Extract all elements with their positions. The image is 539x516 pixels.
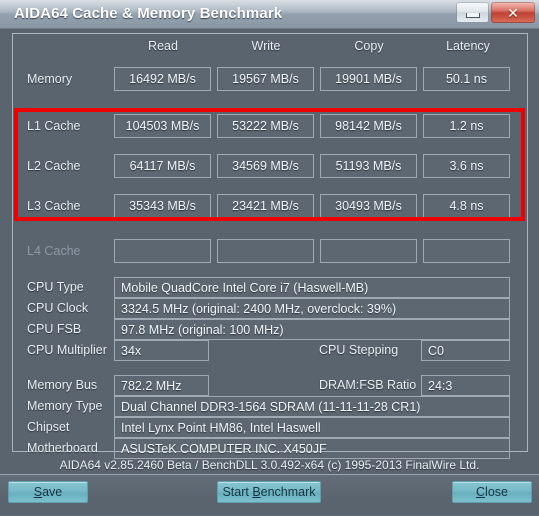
dram-fsb-ratio-value: 24:3 xyxy=(421,375,510,396)
bench-row-l3-cache: L3 Cache 35343 MB/s 23421 MB/s 30493 MB/… xyxy=(13,194,527,220)
title-bar: AIDA64 Cache & Memory Benchmark ✕ xyxy=(0,0,539,29)
l2-read-value: 64117 MB/s xyxy=(114,154,211,178)
l1-copy-value: 98142 MB/s xyxy=(320,114,417,138)
bench-row-l2-cache: L2 Cache 64117 MB/s 34569 MB/s 51193 MB/… xyxy=(13,154,527,180)
minimize-button[interactable] xyxy=(456,2,489,23)
save-accel: S xyxy=(33,485,43,499)
start-benchmark-button[interactable]: Start Benchmark xyxy=(217,481,321,503)
l4-latency-value xyxy=(423,239,510,263)
cpu-type-label: CPU Type xyxy=(27,280,84,294)
minimize-icon xyxy=(465,13,480,18)
l2-write-value: 34569 MB/s xyxy=(217,154,314,178)
bench-row-label: L2 Cache xyxy=(27,159,81,173)
l1-latency-value: 1.2 ns xyxy=(423,114,510,138)
bench-row-label: L4 Cache xyxy=(27,244,81,258)
info-row-cpu-multiplier: CPU Multiplier 34x CPU Stepping C0 xyxy=(13,340,527,361)
memory-bus-label: Memory Bus xyxy=(27,378,98,392)
l4-write-value xyxy=(217,239,314,263)
chipset-label: Chipset xyxy=(27,420,70,434)
motherboard-value: ASUSTeK COMPUTER INC. X450JF xyxy=(114,438,510,459)
l1-read-value: 104503 MB/s xyxy=(114,114,211,138)
cpu-clock-value: 3324.5 MHz (original: 2400 MHz, overcloc… xyxy=(114,298,510,319)
memory-type-value: Dual Channel DDR3-1564 SDRAM (11-11-11-2… xyxy=(114,396,510,417)
close-button[interactable]: Close xyxy=(452,481,532,503)
memory-write-value: 19567 MB/s xyxy=(217,67,314,91)
l3-copy-value: 30493 MB/s xyxy=(320,194,417,218)
version-text: AIDA64 v2.85.2460 Beta / BenchDLL 3.0.49… xyxy=(59,458,480,472)
info-row-cpu-clock: CPU Clock 3324.5 MHz (original: 2400 MHz… xyxy=(13,298,527,319)
start-accel: B xyxy=(252,485,261,499)
info-row-cpu-type: CPU Type Mobile QuadCore Intel Core i7 (… xyxy=(13,277,527,298)
close-window-button[interactable]: ✕ xyxy=(491,2,535,23)
info-row-cpu-fsb: CPU FSB 97.8 MHz (original: 100 MHz) xyxy=(13,319,527,340)
l3-latency-value: 4.8 ns xyxy=(423,194,510,218)
cpu-multiplier-value: 34x xyxy=(114,340,209,361)
window-controls: ✕ xyxy=(456,2,535,23)
close-icon: ✕ xyxy=(507,4,519,21)
l2-copy-value: 51193 MB/s xyxy=(320,154,417,178)
cpu-stepping-value: C0 xyxy=(421,340,510,361)
cpu-stepping-label: CPU Stepping xyxy=(319,343,399,357)
info-row-memory-type: Memory Type Dual Channel DDR3-1564 SDRAM… xyxy=(13,396,527,417)
aida64-benchmark-window: AIDA64 Cache & Memory Benchmark ✕ Read W… xyxy=(0,0,539,516)
cpu-type-value: Mobile QuadCore Intel Core i7 (Haswell-M… xyxy=(114,277,510,298)
cpu-fsb-label: CPU FSB xyxy=(27,322,82,336)
l4-read-value xyxy=(114,239,211,263)
l1-write-value: 53222 MB/s xyxy=(217,114,314,138)
l3-write-value: 23421 MB/s xyxy=(217,194,314,218)
bench-row-l4-cache: L4 Cache xyxy=(13,239,527,265)
memory-copy-value: 19901 MB/s xyxy=(320,67,417,91)
bench-row-l1-cache: L1 Cache 104503 MB/s 53222 MB/s 98142 MB… xyxy=(13,114,527,140)
info-row-memory-bus: Memory Bus 782.2 MHz DRAM:FSB Ratio 24:3 xyxy=(13,375,527,396)
save-button[interactable]: Save xyxy=(8,481,88,503)
memory-bus-value: 782.2 MHz xyxy=(114,375,209,396)
cpu-fsb-value: 97.8 MHz (original: 100 MHz) xyxy=(114,319,510,340)
start-label-rest: enchmark xyxy=(260,485,316,499)
memory-type-label: Memory Type xyxy=(27,399,103,413)
start-label-pre: Start xyxy=(222,485,253,499)
save-label-rest: ave xyxy=(42,485,63,499)
l3-read-value: 35343 MB/s xyxy=(114,194,211,218)
benchmark-panel: Read Write Copy Latency Memory 16492 MB/… xyxy=(12,33,528,459)
dram-fsb-ratio-label: DRAM:FSB Ratio xyxy=(319,378,417,392)
benchmark-grid: Memory 16492 MB/s 19567 MB/s 19901 MB/s … xyxy=(13,34,527,459)
motherboard-label: Motherboard xyxy=(27,441,98,455)
memory-read-value: 16492 MB/s xyxy=(114,67,211,91)
l2-latency-value: 3.6 ns xyxy=(423,154,510,178)
info-row-motherboard: Motherboard ASUSTeK COMPUTER INC. X450JF xyxy=(13,438,527,459)
bench-row-memory: Memory 16492 MB/s 19567 MB/s 19901 MB/s … xyxy=(13,67,527,93)
cpu-multiplier-label: CPU Multiplier xyxy=(27,343,107,357)
l4-copy-value xyxy=(320,239,417,263)
close-accel: C xyxy=(476,485,486,499)
cpu-clock-label: CPU Clock xyxy=(27,301,89,315)
bench-row-label: Memory xyxy=(27,72,73,86)
bench-row-label: L1 Cache xyxy=(27,119,81,133)
window-title: AIDA64 Cache & Memory Benchmark xyxy=(14,5,283,22)
info-row-chipset: Chipset Intel Lynx Point HM86, Intel Has… xyxy=(13,417,527,438)
bench-row-label: L3 Cache xyxy=(27,199,81,213)
memory-latency-value: 50.1 ns xyxy=(423,67,510,91)
button-bar: Save Start Benchmark Close xyxy=(0,474,539,516)
chipset-value: Intel Lynx Point HM86, Intel Haswell xyxy=(114,417,510,438)
close-label-rest: lose xyxy=(485,485,508,499)
